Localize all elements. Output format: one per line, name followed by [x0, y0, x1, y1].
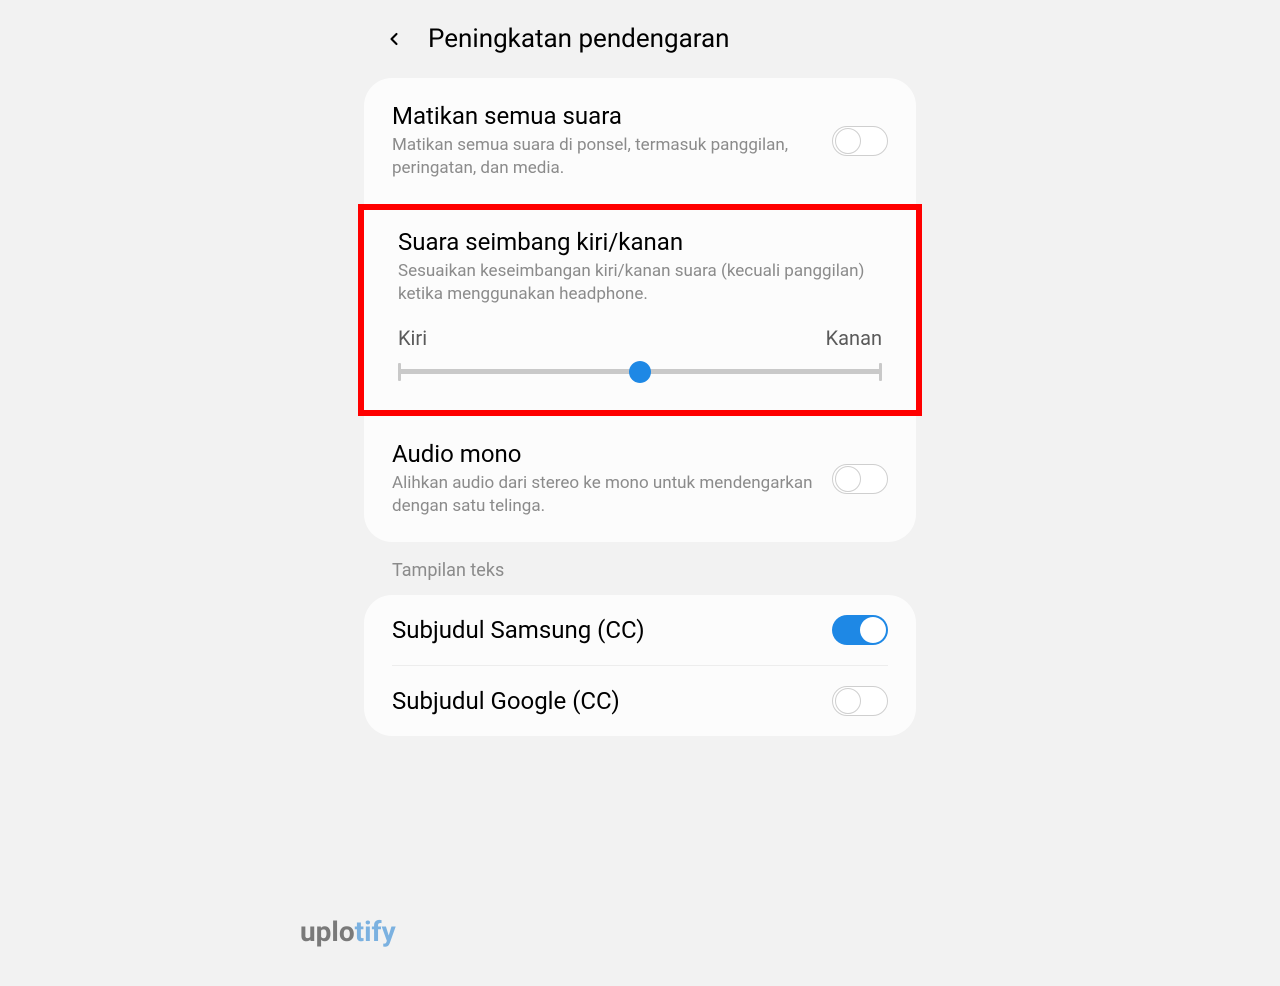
- back-icon[interactable]: [380, 25, 408, 53]
- mute-all-desc: Matikan semua suara di ponsel, termasuk …: [392, 134, 816, 180]
- mono-audio-text: Audio mono Alihkan audio dari stereo ke …: [392, 440, 832, 518]
- mute-all-text: Matikan semua suara Matikan semua suara …: [392, 102, 832, 180]
- mono-title: Audio mono: [392, 440, 816, 468]
- mute-all-title: Matikan semua suara: [392, 102, 816, 130]
- balance-desc: Sesuaikan keseimbangan kiri/kanan suara …: [398, 260, 882, 306]
- balance-section-highlighted: Suara seimbang kiri/kanan Sesuaikan kese…: [358, 204, 922, 416]
- slider-left-label: Kiri: [398, 326, 427, 350]
- google-subtitle-row[interactable]: Subjudul Google (CC): [364, 666, 916, 736]
- mute-all-row[interactable]: Matikan semua suara Matikan semua suara …: [364, 78, 916, 204]
- mono-toggle[interactable]: [832, 464, 888, 494]
- watermark: uplotify: [300, 915, 396, 948]
- balance-slider[interactable]: [398, 358, 882, 386]
- text-display-section-header: Tampilan teks: [364, 560, 916, 595]
- mute-all-toggle[interactable]: [832, 126, 888, 156]
- slider-right-label: Kanan: [826, 326, 882, 350]
- google-subtitle-toggle[interactable]: [832, 686, 888, 716]
- text-display-card: Subjudul Samsung (CC) Subjudul Google (C…: [364, 595, 916, 736]
- mono-audio-row[interactable]: Audio mono Alihkan audio dari stereo ke …: [364, 416, 916, 542]
- google-subtitle-title: Subjudul Google (CC): [392, 687, 620, 715]
- slider-labels: Kiri Kanan: [398, 326, 882, 350]
- slider-tick-right: [879, 363, 882, 381]
- slider-thumb[interactable]: [629, 361, 651, 383]
- page-title: Peningkatan pendengaran: [428, 24, 730, 54]
- mono-desc: Alihkan audio dari stereo ke mono untuk …: [392, 472, 816, 518]
- samsung-subtitle-row[interactable]: Subjudul Samsung (CC): [364, 595, 916, 665]
- watermark-part1: uplo: [300, 915, 355, 948]
- page-header: Peningkatan pendengaran: [364, 16, 916, 78]
- sound-settings-card: Matikan semua suara Matikan semua suara …: [364, 78, 916, 542]
- samsung-subtitle-toggle[interactable]: [832, 615, 888, 645]
- samsung-subtitle-title: Subjudul Samsung (CC): [392, 616, 645, 644]
- watermark-part2: tify: [355, 915, 396, 948]
- balance-title: Suara seimbang kiri/kanan: [398, 228, 882, 256]
